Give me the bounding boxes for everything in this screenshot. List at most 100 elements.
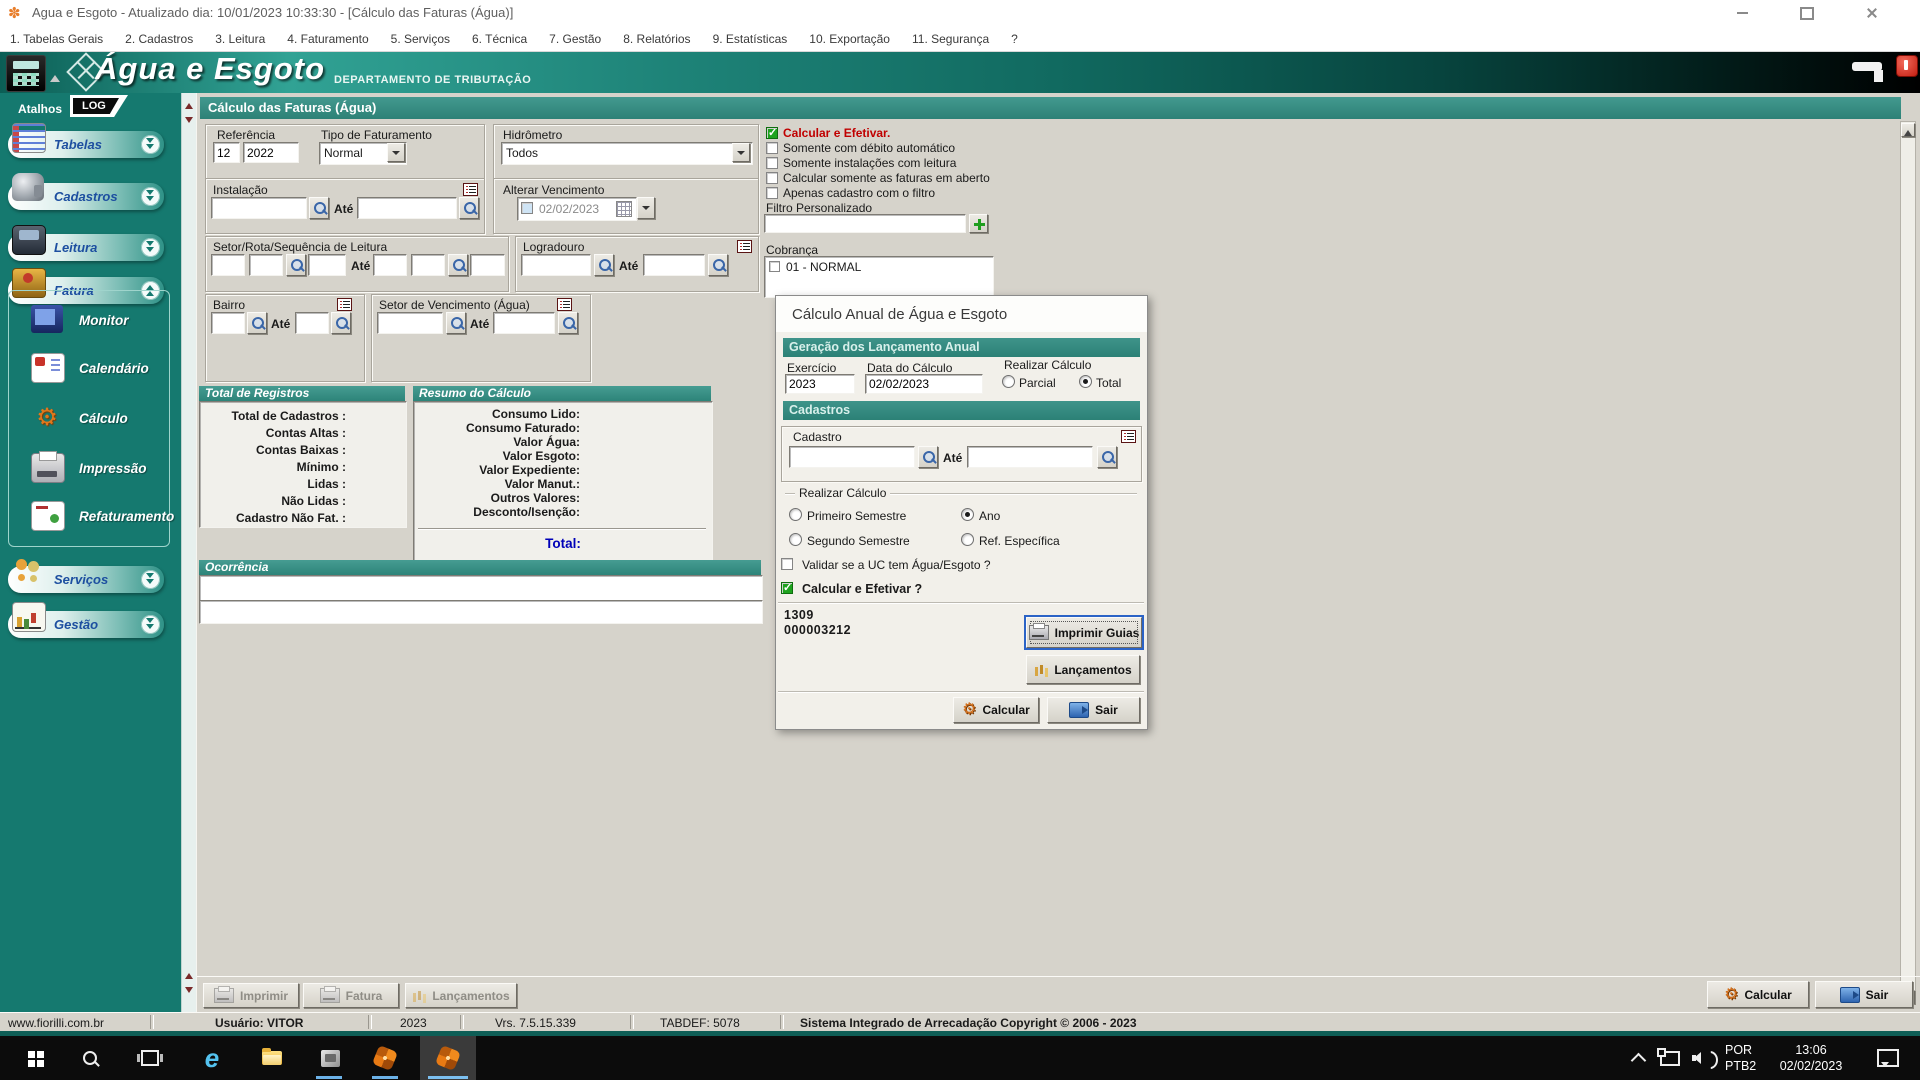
menu-gestao[interactable]: 7. Gestão xyxy=(549,32,601,46)
taskbar-search-button[interactable] xyxy=(67,1036,113,1080)
chevron-down-icon[interactable] xyxy=(141,238,160,257)
list-picker-icon[interactable] xyxy=(557,298,572,311)
submenu-item-monitor[interactable]: Monitor xyxy=(15,301,161,341)
validar-uc-checkbox[interactable] xyxy=(781,558,793,570)
dropdown-arrow-icon[interactable] xyxy=(387,143,405,162)
maximize-button[interactable] xyxy=(1787,0,1827,26)
menu-cadastros[interactable]: 2. Cadastros xyxy=(125,32,193,46)
list-picker-icon[interactable] xyxy=(463,183,478,196)
rota-input[interactable] xyxy=(249,254,283,276)
search-icon[interactable] xyxy=(558,312,578,334)
sequencia-to-input[interactable] xyxy=(470,254,505,276)
setor-to-input[interactable] xyxy=(373,254,407,276)
add-filter-button[interactable] xyxy=(969,214,988,233)
cadastro-from-input[interactable] xyxy=(789,446,915,468)
alterar-vencimento-datefield[interactable]: 02/02/2023 xyxy=(517,197,637,221)
menu-tabelas-gerais[interactable]: 1. Tabelas Gerais xyxy=(10,32,103,46)
tray-chevron-button[interactable] xyxy=(1620,1036,1656,1080)
tray-network-button[interactable] xyxy=(1652,1036,1688,1080)
segundo-semestre-radio[interactable] xyxy=(789,533,802,546)
list-picker-icon[interactable] xyxy=(737,240,752,253)
search-icon[interactable] xyxy=(247,312,267,334)
data-calculo-input[interactable] xyxy=(865,374,983,394)
date-enable-checkbox[interactable] xyxy=(521,202,533,214)
cadastro-filtro-checkbox[interactable] xyxy=(766,187,778,199)
sequencia-input[interactable] xyxy=(308,254,346,276)
logradouro-from-input[interactable] xyxy=(521,254,591,276)
minimize-button[interactable] xyxy=(1722,0,1762,26)
bairro-from-input[interactable] xyxy=(211,312,245,334)
taskbar-app1-button[interactable] xyxy=(307,1036,353,1080)
menu-tecnica[interactable]: 6. Técnica xyxy=(472,32,527,46)
chevron-down-icon[interactable] xyxy=(141,187,160,206)
setor-venc-from-input[interactable] xyxy=(377,312,443,334)
ano-radio[interactable] xyxy=(961,508,974,521)
total-radio[interactable] xyxy=(1079,375,1092,388)
search-icon[interactable] xyxy=(1097,446,1117,468)
rota-to-input[interactable] xyxy=(411,254,445,276)
referencia-month-input[interactable] xyxy=(213,142,240,163)
dialog-calcular-button[interactable]: ⚙ Calcular xyxy=(953,697,1039,723)
menu-leitura[interactable]: 3. Leitura xyxy=(215,32,265,46)
close-button[interactable] xyxy=(1852,0,1892,26)
menu-help[interactable]: ? xyxy=(1011,32,1018,46)
submenu-item-impressao[interactable]: Impressão xyxy=(15,449,161,489)
dropdown-arrow-icon[interactable] xyxy=(637,197,655,219)
scroll-up-icon[interactable] xyxy=(182,97,196,111)
search-icon[interactable] xyxy=(708,254,728,276)
logradouro-to-input[interactable] xyxy=(643,254,705,276)
instalacao-to-input[interactable] xyxy=(357,197,457,219)
menu-faturamento[interactable]: 4. Faturamento xyxy=(287,32,368,46)
menu-seguranca[interactable]: 11. Segurança xyxy=(912,32,989,46)
search-icon[interactable] xyxy=(331,312,351,334)
menu-exportacao[interactable]: 10. Exportação xyxy=(809,32,890,46)
submenu-item-calendario[interactable]: Calendário xyxy=(15,349,161,389)
setor-input[interactable] xyxy=(211,254,245,276)
main-scrollbar[interactable] xyxy=(1900,121,1916,1005)
task-view-button[interactable] xyxy=(127,1036,173,1080)
sidebar-tab-log[interactable]: LOG xyxy=(70,95,128,117)
exercicio-input[interactable] xyxy=(785,374,855,394)
dialog-sair-button[interactable]: Sair xyxy=(1047,697,1140,723)
calcular-efetivar-checkbox[interactable] xyxy=(766,127,778,139)
setor-venc-to-input[interactable] xyxy=(493,312,555,334)
cadastro-to-input[interactable] xyxy=(967,446,1093,468)
menu-estatisticas[interactable]: 9. Estatísticas xyxy=(713,32,788,46)
list-picker-icon[interactable] xyxy=(1121,430,1136,443)
action-center-button[interactable] xyxy=(1866,1036,1910,1080)
primeiro-semestre-radio[interactable] xyxy=(789,508,802,521)
chevron-down-icon[interactable] xyxy=(141,570,160,589)
imprimir-button[interactable]: Imprimir xyxy=(203,983,299,1008)
dialog-lancamentos-button[interactable]: Lançamentos xyxy=(1026,655,1140,684)
sidebar-tab-atalhos[interactable]: Atalhos xyxy=(18,102,62,116)
search-icon[interactable] xyxy=(286,254,306,276)
search-icon[interactable] xyxy=(918,446,938,468)
debito-automatico-checkbox[interactable] xyxy=(766,142,778,154)
lancamentos-button[interactable]: Lançamentos xyxy=(405,983,517,1008)
cobranca-listbox[interactable]: 01 - NORMAL xyxy=(764,256,994,298)
taskbar-fiorilli1-button[interactable] xyxy=(362,1036,408,1080)
calendar-icon[interactable] xyxy=(616,201,632,217)
scroll-down-icon[interactable] xyxy=(182,981,196,995)
list-picker-icon[interactable] xyxy=(337,298,352,311)
ref-especifica-radio[interactable] xyxy=(961,533,974,546)
dialog-calcular-efetivar-checkbox[interactable] xyxy=(781,582,793,594)
search-icon[interactable] xyxy=(459,197,479,219)
instalacao-from-input[interactable] xyxy=(211,197,307,219)
instalacoes-leitura-checkbox[interactable] xyxy=(766,157,778,169)
scroll-up-icon[interactable] xyxy=(182,967,196,981)
chevron-down-icon[interactable] xyxy=(141,135,160,154)
submenu-item-calculo[interactable]: Cálculo xyxy=(15,399,161,439)
fatura-button[interactable]: Fatura xyxy=(303,983,399,1008)
dropdown-arrow-icon[interactable] xyxy=(732,143,750,162)
taskbar-ie-button[interactable]: e xyxy=(189,1036,235,1080)
collapse-arrow-icon[interactable] xyxy=(50,70,60,82)
scroll-down-icon[interactable] xyxy=(182,111,196,125)
tray-volume-button[interactable] xyxy=(1684,1036,1720,1080)
chevron-down-icon[interactable] xyxy=(141,615,160,634)
banner-close-button[interactable] xyxy=(1896,55,1918,77)
parcial-radio[interactable] xyxy=(1002,375,1015,388)
calcular-button[interactable]: ⚙ Calcular xyxy=(1707,981,1809,1008)
hidrometro-select[interactable]: Todos xyxy=(501,142,753,165)
bairro-to-input[interactable] xyxy=(295,312,329,334)
